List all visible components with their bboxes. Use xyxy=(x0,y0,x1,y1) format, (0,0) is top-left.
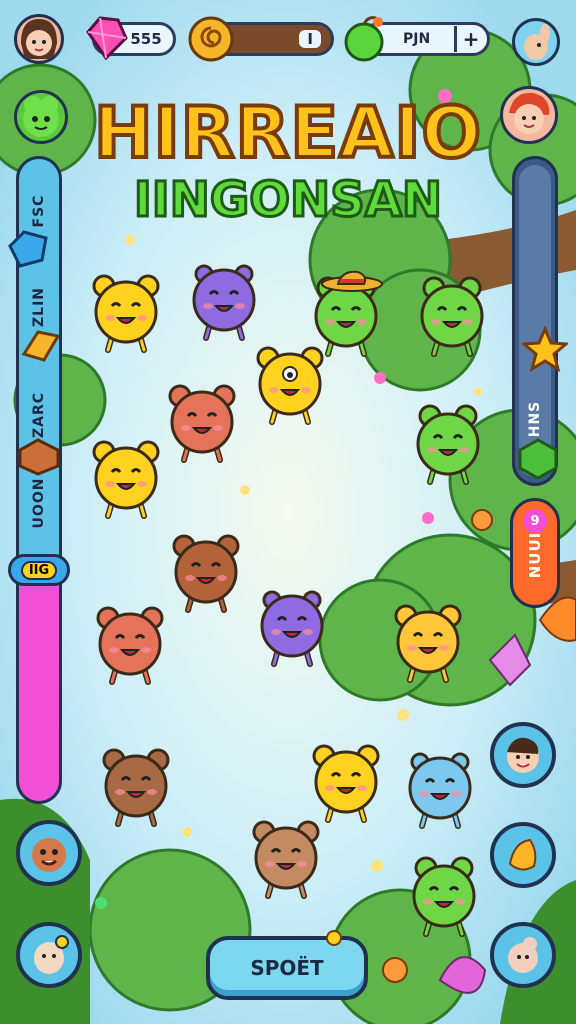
creature-bear[interactable] xyxy=(82,432,170,520)
creature-blob[interactable] xyxy=(248,580,336,668)
game-title: HIRREAIO xyxy=(92,90,483,176)
gems-value: 555 xyxy=(130,30,162,48)
creature-bear[interactable] xyxy=(242,812,330,900)
green-cube-icon[interactable] xyxy=(516,436,560,480)
creature-bear[interactable] xyxy=(162,526,250,614)
flower-icon xyxy=(326,930,342,946)
coin-icon xyxy=(188,16,234,62)
right-character-button-3[interactable] xyxy=(490,922,556,988)
creature-bear[interactable] xyxy=(92,740,180,828)
creature-blob[interactable] xyxy=(396,742,484,830)
creature-bear[interactable] xyxy=(384,596,472,684)
left-character-button-1[interactable] xyxy=(16,820,82,886)
left-label-3: ZARC xyxy=(31,391,47,439)
creature-bear[interactable] xyxy=(302,736,390,824)
energy-value: PJN xyxy=(403,31,431,47)
gold-bar-icon[interactable] xyxy=(18,324,62,368)
crystal-icon[interactable] xyxy=(6,226,52,272)
plus-icon[interactable]: + xyxy=(454,26,485,52)
coins-value: I xyxy=(299,30,321,48)
player-avatar[interactable] xyxy=(14,14,64,64)
creature-bear[interactable] xyxy=(86,598,174,686)
pink-badge: 9 xyxy=(523,509,547,533)
creature-bear[interactable] xyxy=(158,376,246,464)
left-sidebar-badge[interactable]: IIG xyxy=(8,554,70,586)
right-label-2: NUUI xyxy=(526,531,544,579)
right-character-button-2[interactable] xyxy=(490,822,556,888)
left-label-2: ZLIN xyxy=(31,287,47,327)
play-button-label: SPOËT xyxy=(250,956,324,980)
apple-icon xyxy=(344,16,384,62)
creature-frog[interactable] xyxy=(404,398,492,486)
creature-frog[interactable] xyxy=(408,270,496,358)
gem-icon xyxy=(86,16,128,61)
right-label-1: HNS xyxy=(527,400,543,438)
creature-bear[interactable] xyxy=(82,266,170,354)
badge-value: IIG xyxy=(20,560,58,580)
creature-frog[interactable] xyxy=(400,850,488,938)
left-character-button-2[interactable] xyxy=(16,922,82,988)
game-subtitle: IINGONSAN xyxy=(132,171,443,230)
right-character-button-1[interactable] xyxy=(490,722,556,788)
creature-one-eye[interactable] xyxy=(246,338,334,426)
star-icon[interactable] xyxy=(522,326,568,372)
right-orange-button[interactable]: NUUI 9 xyxy=(510,498,560,608)
creature-blob[interactable] xyxy=(180,254,268,342)
pet-avatar[interactable] xyxy=(512,18,560,66)
left-label-4: UOON xyxy=(31,477,47,529)
dirt-block-icon[interactable] xyxy=(16,436,62,476)
